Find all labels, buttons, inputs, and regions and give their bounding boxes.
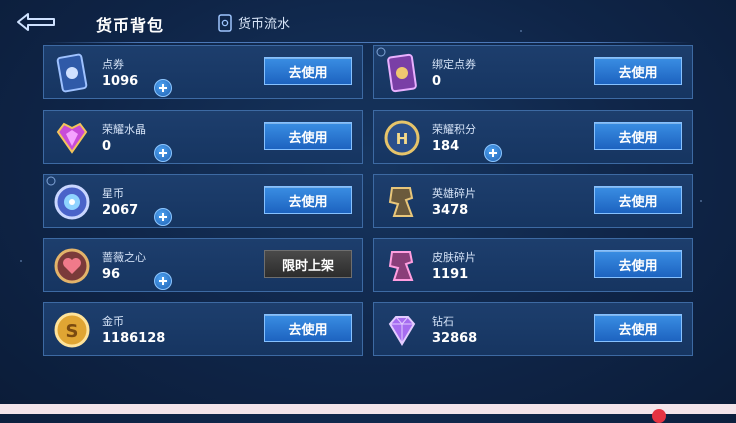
- currency-name: 星币: [102, 187, 124, 200]
- currency-amount: 32868: [432, 331, 478, 346]
- currency-card-voucher: 点券 1096 去使用: [43, 45, 363, 99]
- use-diamond-button[interactable]: 去使用: [594, 314, 682, 342]
- currency-name: 蔷薇之心: [102, 251, 146, 264]
- currency-card-gold-coin: S 金币 1186128 去使用: [43, 302, 363, 356]
- currency-amount: 0: [432, 74, 442, 89]
- header-divider: [44, 42, 692, 43]
- notification-dot: [652, 409, 666, 423]
- page-title: 货币背包: [96, 16, 165, 35]
- skin-fragment-icon: [388, 251, 414, 281]
- use-glory-points-button[interactable]: 去使用: [594, 122, 682, 150]
- currency-flow-link[interactable]: 货币流水: [218, 13, 290, 32]
- currency-amount: 1096: [102, 74, 139, 89]
- currency-amount: 1191: [432, 267, 469, 282]
- currency-name: 绑定点券: [432, 58, 476, 71]
- bound-voucher-card-icon: [387, 53, 417, 93]
- currency-card-diamond: 钻石 32868 去使用: [373, 302, 693, 356]
- limited-time-button[interactable]: 限时上架: [264, 250, 352, 278]
- bg-sparkle: [20, 260, 22, 262]
- currency-name: 金币: [102, 315, 124, 328]
- hero-fragment-icon: [388, 187, 414, 217]
- gold-coin-icon: S: [54, 312, 90, 348]
- use-gold-coin-button[interactable]: 去使用: [264, 314, 352, 342]
- use-voucher-button[interactable]: 去使用: [264, 57, 352, 85]
- svg-text:H: H: [396, 130, 409, 148]
- rose-heart-icon: [54, 248, 90, 284]
- currency-amount: 0: [102, 139, 112, 154]
- add-star-coin-button[interactable]: [154, 208, 172, 226]
- ledger-icon: [218, 13, 232, 32]
- back-arrow-icon: [17, 13, 55, 31]
- currency-card-glory-crystal: 荣耀水晶 0 去使用: [43, 110, 363, 164]
- currency-name: 皮肤碎片: [432, 251, 476, 264]
- currency-card-glory-points: H 荣耀积分 184 去使用: [373, 110, 693, 164]
- bottom-bar: [0, 404, 736, 414]
- add-glory-crystal-button[interactable]: [154, 144, 172, 162]
- add-rose-heart-button[interactable]: [154, 272, 172, 290]
- add-glory-points-button[interactable]: [484, 144, 502, 162]
- diamond-icon: [388, 316, 416, 346]
- currency-amount: 3478: [432, 203, 469, 218]
- use-star-coin-button[interactable]: 去使用: [264, 186, 352, 214]
- currency-card-bound-voucher: 绑定点券 0 去使用: [373, 45, 693, 99]
- currency-name: 钻石: [432, 315, 454, 328]
- currency-card-rose-heart: 蔷薇之心 96 限时上架: [43, 238, 363, 292]
- add-voucher-button[interactable]: [154, 79, 172, 97]
- currency-name: 荣耀积分: [432, 123, 476, 136]
- currency-name: 点券: [102, 58, 124, 71]
- glory-crystal-icon: [56, 122, 88, 154]
- currency-amount: 184: [432, 139, 460, 154]
- currency-flow-label: 货币流水: [238, 17, 291, 32]
- bg-sparkle: [700, 200, 702, 202]
- currency-name: 荣耀水晶: [102, 123, 146, 136]
- back-button[interactable]: [14, 10, 58, 34]
- use-glory-crystal-button[interactable]: 去使用: [264, 122, 352, 150]
- currency-name: 英雄碎片: [432, 187, 476, 200]
- bg-sparkle: [520, 30, 522, 32]
- currency-card-star-coin: 星币 2067 去使用: [43, 174, 363, 228]
- use-hero-fragment-button[interactable]: 去使用: [594, 186, 682, 214]
- voucher-card-icon: [56, 53, 88, 93]
- star-coin-icon: [54, 184, 90, 220]
- currency-amount: 1186128: [102, 331, 166, 346]
- currency-card-hero-fragment: 英雄碎片 3478 去使用: [373, 174, 693, 228]
- svg-text:S: S: [66, 321, 79, 342]
- currency-amount: 2067: [102, 203, 139, 218]
- currency-amount: 96: [102, 267, 121, 282]
- glory-points-icon: H: [384, 120, 420, 156]
- use-bound-voucher-button[interactable]: 去使用: [594, 57, 682, 85]
- use-skin-fragment-button[interactable]: 去使用: [594, 250, 682, 278]
- currency-card-skin-fragment: 皮肤碎片 1191 去使用: [373, 238, 693, 292]
